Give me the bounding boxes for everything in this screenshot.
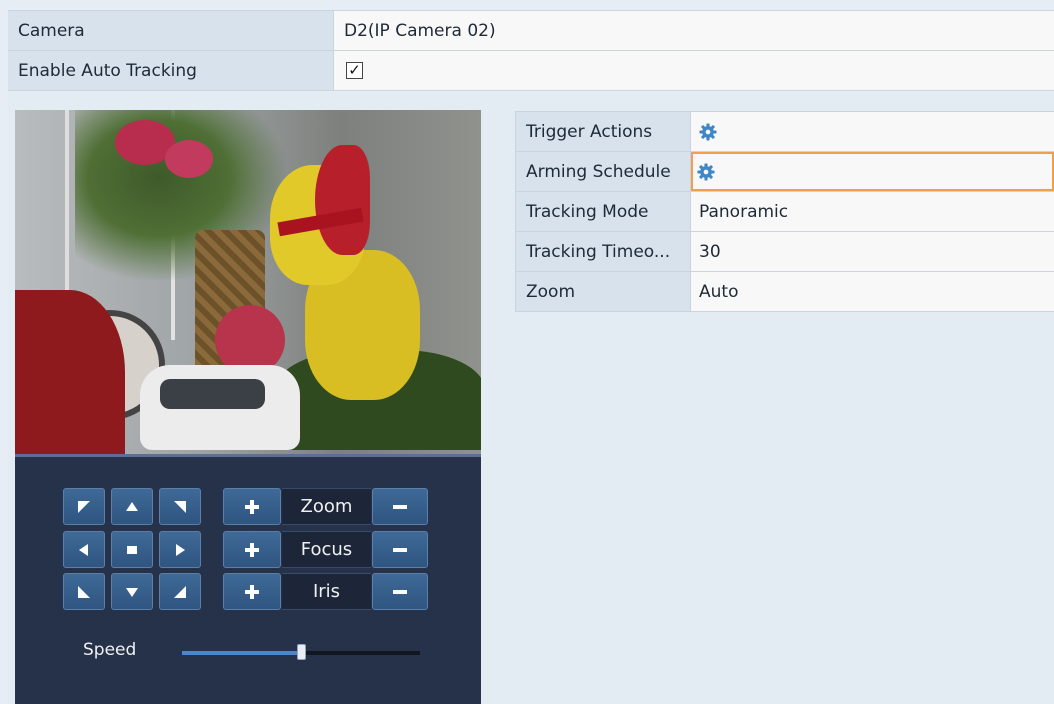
- pan-up-left-button[interactable]: [63, 488, 105, 525]
- gear-icon[interactable]: [699, 122, 717, 141]
- video-flower: [165, 140, 213, 178]
- arrow-right-icon: [176, 543, 185, 556]
- trigger-actions-label: Trigger Actions: [516, 112, 691, 151]
- minus-icon: [393, 589, 407, 594]
- arming-schedule-value: [691, 152, 1054, 191]
- video-red-toy: [15, 290, 125, 454]
- tilt-up-button[interactable]: [111, 488, 153, 525]
- focus-label: Focus: [282, 531, 371, 568]
- video-toy-car: [140, 365, 300, 450]
- tracking-timeout-row: Tracking Timeo... 30: [516, 232, 1054, 272]
- iris-close-button[interactable]: [372, 573, 428, 610]
- plus-icon: [245, 542, 259, 557]
- live-video-preview[interactable]: [15, 110, 481, 454]
- camera-value: D2(IP Camera 02): [334, 11, 1054, 50]
- pan-up-right-button[interactable]: [159, 488, 201, 525]
- checkmark-icon: ✓: [348, 61, 361, 79]
- camera-settings-table: Camera D2(IP Camera 02) Enable Auto Trac…: [8, 10, 1054, 91]
- speed-label: Speed: [83, 640, 137, 660]
- plus-icon: [245, 499, 259, 514]
- focus-far-button[interactable]: [372, 531, 428, 568]
- pony-mane: [315, 145, 370, 255]
- tracking-mode-label: Tracking Mode: [516, 192, 691, 231]
- ptz-control-panel: Zoom Focus Iris Speed: [15, 454, 481, 704]
- speed-slider-fill: [182, 651, 301, 655]
- camera-row: Camera D2(IP Camera 02): [8, 11, 1054, 51]
- minus-icon: [393, 547, 407, 552]
- ptz-stop-button[interactable]: [111, 531, 153, 568]
- trigger-actions-value: [691, 112, 1054, 151]
- tracking-mode-row: Tracking Mode Panoramic: [516, 192, 1054, 232]
- pan-down-left-button[interactable]: [63, 573, 105, 610]
- zoom-out-button[interactable]: [372, 488, 428, 525]
- arrow-up-icon: [126, 501, 138, 511]
- pan-down-right-button[interactable]: [159, 573, 201, 610]
- speed-slider-handle[interactable]: [297, 644, 306, 660]
- arming-schedule-row: Arming Schedule: [516, 152, 1054, 192]
- arrow-down-right-icon: [174, 585, 186, 598]
- auto-tracking-value: ✓: [334, 51, 1054, 90]
- arrow-down-left-icon: [78, 585, 90, 598]
- iris-open-button[interactable]: [223, 573, 281, 610]
- pan-left-button[interactable]: [63, 531, 105, 568]
- arrow-down-icon: [126, 587, 138, 597]
- tracking-mode-select[interactable]: Panoramic: [691, 192, 1054, 231]
- camera-label: Camera: [8, 11, 334, 50]
- auto-tracking-checkbox[interactable]: ✓: [346, 62, 363, 79]
- arrow-left-icon: [79, 543, 88, 556]
- trigger-actions-row: Trigger Actions: [516, 112, 1054, 152]
- minus-icon: [393, 504, 407, 509]
- speed-slider[interactable]: [182, 644, 420, 660]
- iris-label: Iris: [282, 573, 371, 610]
- auto-tracking-row: Enable Auto Tracking ✓: [8, 51, 1054, 91]
- arrow-up-left-icon: [78, 500, 90, 513]
- auto-tracking-label: Enable Auto Tracking: [8, 51, 334, 90]
- plus-icon: [245, 584, 259, 599]
- pan-right-button[interactable]: [159, 531, 201, 568]
- zoom-row: Zoom Auto: [516, 272, 1054, 312]
- gear-icon[interactable]: [697, 162, 715, 181]
- car-window: [160, 379, 265, 409]
- focus-near-button[interactable]: [223, 531, 281, 568]
- zoom-select[interactable]: Auto: [691, 272, 1054, 311]
- tilt-down-button[interactable]: [111, 573, 153, 610]
- zoom-in-button[interactable]: [223, 488, 281, 525]
- zoom-setting-label: Zoom: [516, 272, 691, 311]
- zoom-label: Zoom: [282, 488, 371, 525]
- stop-icon: [127, 545, 137, 554]
- arming-schedule-label: Arming Schedule: [516, 152, 691, 191]
- tracking-timeout-input[interactable]: 30: [691, 232, 1054, 271]
- tracking-timeout-label: Tracking Timeo...: [516, 232, 691, 271]
- tracking-settings-table: Trigger Actions Arming Schedule Tracking…: [515, 111, 1054, 312]
- arrow-up-right-icon: [174, 500, 186, 513]
